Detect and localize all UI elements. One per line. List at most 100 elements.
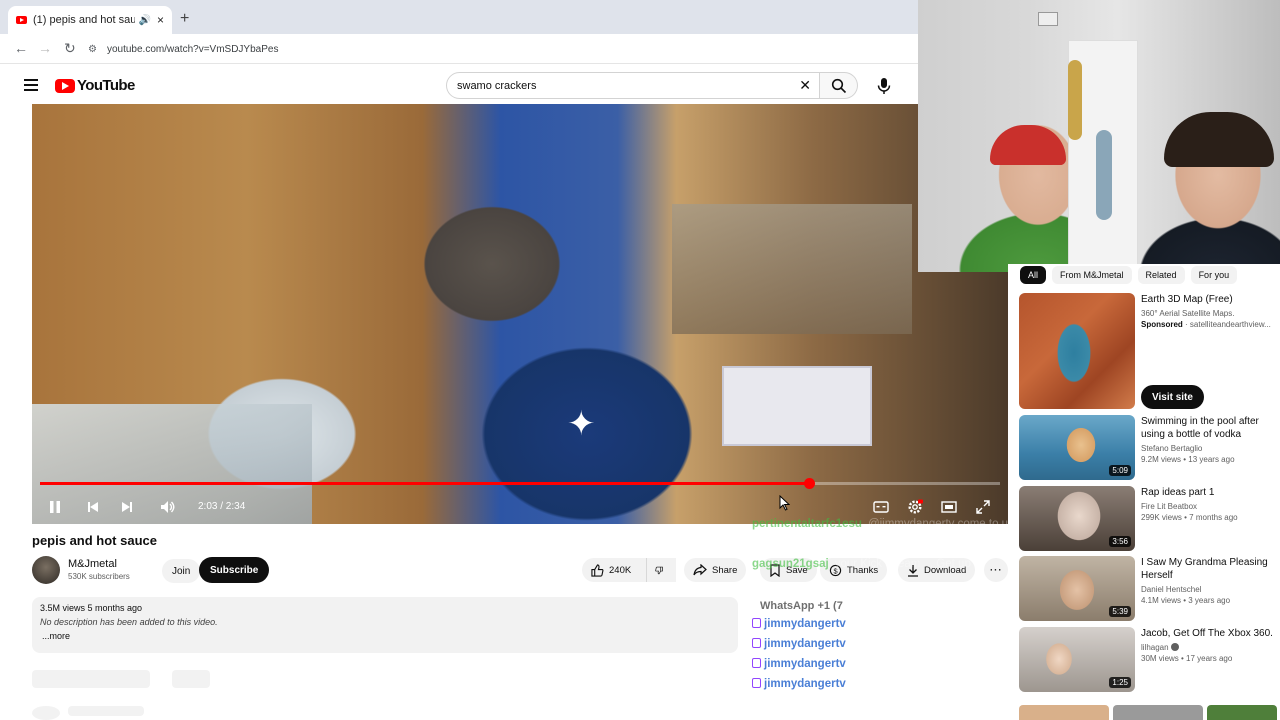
comments-skeleton <box>32 670 150 688</box>
channel-avatar[interactable] <box>32 556 60 584</box>
share-label: Share <box>712 564 738 576</box>
webcam-skateboard <box>1096 130 1112 220</box>
youtube-logo[interactable]: YouTube <box>55 77 135 94</box>
share-button[interactable]: Share <box>684 558 747 582</box>
video-channel: lilhagan <box>1141 643 1277 652</box>
channel-name[interactable]: lilhagan <box>1141 643 1169 652</box>
progress-bar[interactable] <box>40 478 1000 489</box>
tab-title: (1) pepis and hot sauce - Yo <box>33 14 135 26</box>
address-bar[interactable]: ⚙ youtube.com/watch?v=VmSDJYbaPes <box>88 38 908 60</box>
video-meta: 30M views • 17 years ago <box>1141 654 1233 663</box>
chat-text: she pollcess <box>851 658 916 670</box>
chat-message: gagsun21gsaj your Kick stream ... Get up … <box>752 558 984 570</box>
video-frame-box <box>722 366 872 446</box>
chip-all[interactable]: All <box>1020 266 1047 284</box>
back-icon[interactable]: ← <box>14 40 28 56</box>
previous-icon <box>88 502 98 512</box>
captions-icon <box>873 501 889 513</box>
video-thumbnail[interactable]: 1:25 <box>1019 627 1135 692</box>
video-duration: 5:39 <box>1109 606 1131 617</box>
browser-toolbar: ← → ↻ ⚙ youtube.com/watch?v=VmSDJYbaPes <box>0 34 918 64</box>
captions-button[interactable] <box>870 496 892 518</box>
twitch-badge-icon <box>752 638 761 648</box>
video-channel[interactable]: Fire Lit Beatbox <box>1141 502 1277 511</box>
clear-search-icon[interactable]: ✕ <box>799 77 811 94</box>
fullscreen-button[interactable] <box>972 496 994 518</box>
recommended-video[interactable]: 5:39 I Saw My Grandma Pleasing Herself D… <box>1019 556 1277 622</box>
visit-site-button[interactable]: Visit site <box>1141 385 1204 409</box>
chip-from-channel[interactable]: From M&Jmetal <box>1052 266 1132 284</box>
reload-icon[interactable]: ↻ <box>64 40 76 57</box>
chat-username: pertinentaltarfc1esu <box>752 518 862 530</box>
youtube-play-icon <box>55 78 75 93</box>
partial-thumbnail[interactable] <box>1113 705 1203 720</box>
site-info-icon[interactable]: ⚙ <box>88 44 97 55</box>
more-link[interactable]: ...more <box>42 631 730 641</box>
new-tab-button[interactable]: + <box>180 10 189 28</box>
youtube-favicon-icon <box>16 16 27 24</box>
chat-username: jimmydangertv <box>764 658 846 670</box>
recommended-video[interactable]: 1:25 Jacob, Get Off The Xbox 360. lilhag… <box>1019 627 1277 693</box>
chip-for-you[interactable]: For you <box>1190 266 1238 284</box>
previous-button[interactable] <box>84 496 102 518</box>
subscribe-button[interactable]: Subscribe <box>199 557 270 583</box>
dislike-button[interactable] <box>646 558 676 582</box>
video-thumbnail[interactable]: 5:09 <box>1019 415 1135 480</box>
volume-button[interactable] <box>158 496 178 518</box>
search-icon <box>831 78 846 93</box>
close-tab-icon[interactable]: × <box>157 13 164 27</box>
ad-thumbnail[interactable] <box>1019 293 1135 409</box>
search-box[interactable]: ✕ <box>446 72 820 99</box>
video-meta: 9.2M views • 13 years ago <box>1141 455 1235 464</box>
webcam-skateboard <box>1068 60 1082 140</box>
sponsored-item[interactable]: Earth 3D Map (Free) 360° Aerial Satellit… <box>1019 293 1277 411</box>
video-title[interactable]: Rap ideas part 1 <box>1141 486 1277 499</box>
recommended-video[interactable]: 5:09 Swimming in the pool after using a … <box>1019 415 1277 481</box>
chip-related[interactable]: Related <box>1137 266 1185 284</box>
video-title[interactable]: Jacob, Get Off The Xbox 360. <box>1141 627 1277 640</box>
join-button[interactable]: Join <box>162 559 201 583</box>
comment-input-skeleton <box>68 706 144 716</box>
video-title[interactable]: I Saw My Grandma Pleasing Herself <box>1141 556 1277 582</box>
recommendations-sidebar: All From M&Jmetal Related For you Earth … <box>1008 264 1280 720</box>
video-thumbnail[interactable]: 3:56 <box>1019 486 1135 551</box>
video-meta: 4.1M views • 3 years ago <box>1141 596 1231 605</box>
video-channel[interactable]: Stefano Bertaglio <box>1141 444 1277 453</box>
webcam-vent <box>1038 12 1058 26</box>
video-info: Rap ideas part 1 Fire Lit Beatbox 299K v… <box>1141 486 1277 522</box>
menu-icon[interactable] <box>24 79 38 94</box>
partial-thumbnail[interactable] <box>1019 705 1109 720</box>
progress-scrubber[interactable] <box>803 478 815 489</box>
search-input[interactable] <box>457 79 800 92</box>
forward-icon[interactable]: → <box>38 40 52 56</box>
browser-tab[interactable]: (1) pepis and hot sauce - Yo 🔊 × <box>8 6 172 34</box>
ad-sponsor-line: Sponsored · satelliteandearthview... <box>1141 320 1271 329</box>
chat-username: gagsun21gsaj <box>752 558 829 570</box>
voice-search-button[interactable] <box>871 74 897 98</box>
stream-chat-overlay: pertinentaltarfc1esu @jimmydangertv come … <box>752 518 1049 698</box>
video-player[interactable]: ✦ 2:03 / 2:34 <box>32 104 1008 524</box>
video-channel[interactable]: Daniel Hentschel <box>1141 585 1277 594</box>
recommended-video[interactable]: 3:56 Rap ideas part 1 Fire Lit Beatbox 2… <box>1019 486 1277 552</box>
twitch-badge-icon <box>752 618 761 628</box>
mouse-cursor-icon <box>779 495 790 511</box>
pause-button[interactable] <box>46 496 64 518</box>
search-button[interactable] <box>820 72 858 99</box>
video-info: Jacob, Get Off The Xbox 360. lilhagan 30… <box>1141 627 1277 663</box>
settings-button[interactable] <box>904 496 926 518</box>
chat-overlay-text: WhatsApp +1 (7 <box>760 600 843 612</box>
twitch-badge-icon <box>752 658 761 668</box>
next-button[interactable] <box>118 496 136 518</box>
like-count: 240K <box>609 564 632 576</box>
channel-name[interactable]: M&Jmetal <box>68 558 117 570</box>
speaker-icon[interactable]: 🔊 <box>139 15 151 26</box>
webcam-overlay <box>918 0 1280 272</box>
ad-advertiser: satelliteandearthview... <box>1189 320 1271 329</box>
miniplayer-button[interactable] <box>938 496 960 518</box>
partial-thumbnail[interactable] <box>1207 705 1277 720</box>
description-box[interactable]: 3.5M views 5 months ago No description h… <box>32 597 738 653</box>
gear-icon <box>908 499 923 514</box>
video-title[interactable]: Swimming in the pool after using a bottl… <box>1141 415 1277 441</box>
ad-title[interactable]: Earth 3D Map (Free) <box>1141 293 1277 306</box>
video-thumbnail[interactable]: 5:39 <box>1019 556 1135 621</box>
